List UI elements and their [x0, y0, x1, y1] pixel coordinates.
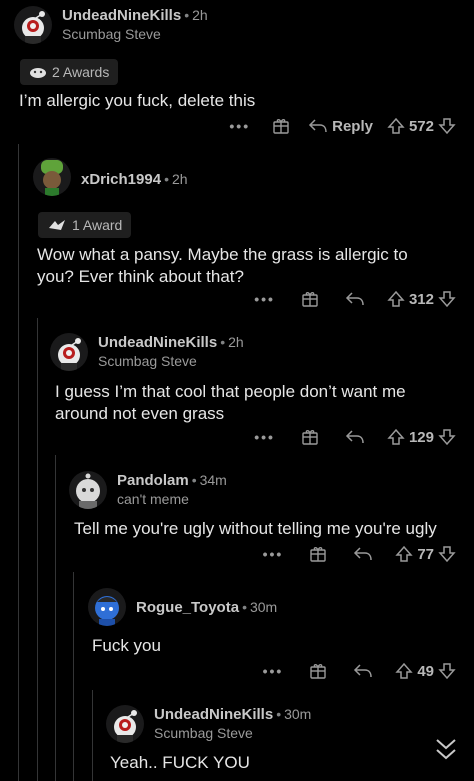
- more-icon[interactable]: •••: [254, 429, 275, 445]
- downvote-icon[interactable]: [438, 428, 456, 446]
- username[interactable]: xDrich1994: [81, 171, 161, 188]
- avatar[interactable]: [88, 588, 126, 626]
- comment-actions: ••• 312: [254, 290, 456, 308]
- thread-line-1[interactable]: [18, 144, 19, 781]
- username[interactable]: UndeadNineKills: [98, 334, 217, 351]
- awards-badge[interactable]: 2 Awards: [20, 59, 119, 85]
- thread-line-5[interactable]: [92, 690, 93, 781]
- user-flair: Scumbag Steve: [154, 725, 253, 741]
- more-icon[interactable]: •••: [263, 546, 284, 562]
- downvote-icon[interactable]: [438, 117, 456, 135]
- separator-dot: •: [242, 599, 247, 615]
- reply-icon: [308, 118, 328, 134]
- reply-icon[interactable]: [353, 663, 373, 679]
- separator-dot: •: [276, 706, 282, 722]
- timestamp: 2h: [171, 171, 188, 187]
- user-flair: can't meme: [117, 491, 189, 507]
- award-icon: [47, 218, 67, 232]
- timestamp: 30m: [284, 706, 312, 722]
- user-flair: Scumbag Steve: [98, 353, 197, 369]
- vote-score: 77: [417, 545, 434, 563]
- comment-actions: ••• 77: [263, 545, 456, 563]
- gift-icon[interactable]: [301, 290, 319, 308]
- comment-text: I’m allergic you fuck, delete this: [19, 91, 256, 110]
- comment-text: I guess I’m that cool that people don’t …: [55, 382, 406, 423]
- username[interactable]: Pandolam: [117, 472, 189, 489]
- thread-line-4[interactable]: [73, 572, 74, 781]
- upvote-icon[interactable]: [395, 545, 413, 563]
- reply-button[interactable]: Reply: [308, 118, 373, 135]
- comment-text: Yeah.. FUCK YOU: [110, 753, 250, 772]
- separator-dot: •: [220, 334, 226, 350]
- reply-icon[interactable]: [345, 429, 365, 445]
- username[interactable]: UndeadNineKills: [154, 706, 273, 723]
- comment-header: UndeadNineKills • 2h Scumbag Steve: [50, 333, 244, 371]
- gift-icon[interactable]: [309, 662, 327, 680]
- vote-score: 129: [408, 428, 434, 446]
- separator-dot: •: [164, 171, 169, 187]
- downvote-icon[interactable]: [438, 290, 456, 308]
- comment-text: Wow what a pansy. Maybe the grass is all…: [37, 245, 408, 286]
- upvote-icon[interactable]: [395, 662, 413, 680]
- award-icon: [29, 65, 47, 79]
- more-icon[interactable]: •••: [229, 118, 250, 134]
- awards-count: 1 Award: [72, 217, 123, 233]
- collapse-chevron-icon[interactable]: [434, 736, 458, 762]
- vote-score: 49: [417, 662, 434, 680]
- user-flair: Scumbag Steve: [62, 26, 161, 42]
- timestamp: 34m: [199, 472, 227, 488]
- vote-score: 312: [408, 290, 434, 308]
- timestamp: 30m: [249, 599, 278, 615]
- more-icon[interactable]: •••: [263, 663, 284, 679]
- comment-actions: ••• 49: [263, 662, 456, 680]
- upvote-icon[interactable]: [387, 117, 405, 135]
- timestamp: 2h: [192, 7, 208, 23]
- avatar[interactable]: [33, 158, 71, 196]
- avatar[interactable]: [50, 333, 88, 371]
- more-icon[interactable]: •••: [254, 291, 275, 307]
- upvote-icon[interactable]: [387, 290, 405, 308]
- awards-count: 2 Awards: [52, 64, 110, 80]
- reply-label: Reply: [332, 117, 373, 135]
- comment-actions: ••• 129: [254, 428, 456, 446]
- downvote-icon[interactable]: [438, 662, 456, 680]
- gift-icon[interactable]: [272, 117, 290, 135]
- username[interactable]: Rogue_Toyota: [136, 599, 239, 616]
- awards-badge[interactable]: 1 Award: [38, 212, 132, 238]
- separator-dot: •: [191, 472, 197, 488]
- comment-header: Pandolam • 34m can't meme: [69, 471, 227, 509]
- avatar[interactable]: [14, 6, 52, 44]
- comment-header: UndeadNineKills • 2h Scumbag Steve: [14, 6, 208, 44]
- comment-header: Rogue_Toyota • 30m: [88, 588, 277, 626]
- comment-header: UndeadNineKills • 30m Scumbag Steve: [106, 705, 311, 743]
- gift-icon[interactable]: [309, 545, 327, 563]
- thread-line-3[interactable]: [55, 455, 56, 781]
- avatar[interactable]: [106, 705, 144, 743]
- upvote-icon[interactable]: [387, 428, 405, 446]
- separator-dot: •: [184, 7, 190, 23]
- reply-icon[interactable]: [345, 291, 365, 307]
- gift-icon[interactable]: [301, 428, 319, 446]
- comment-actions: ••• Reply 572: [229, 117, 456, 135]
- avatar[interactable]: [69, 471, 107, 509]
- timestamp: 2h: [228, 334, 244, 350]
- vote-score: 572: [408, 117, 434, 135]
- comment-header: xDrich1994 • 2h: [33, 158, 188, 196]
- thread-line-2[interactable]: [37, 318, 38, 781]
- username[interactable]: UndeadNineKills: [62, 7, 181, 24]
- comment-text: Tell me you're ugly without telling me y…: [74, 519, 437, 538]
- downvote-icon[interactable]: [438, 545, 456, 563]
- reply-icon[interactable]: [353, 546, 373, 562]
- comment-text: Fuck you: [92, 636, 161, 655]
